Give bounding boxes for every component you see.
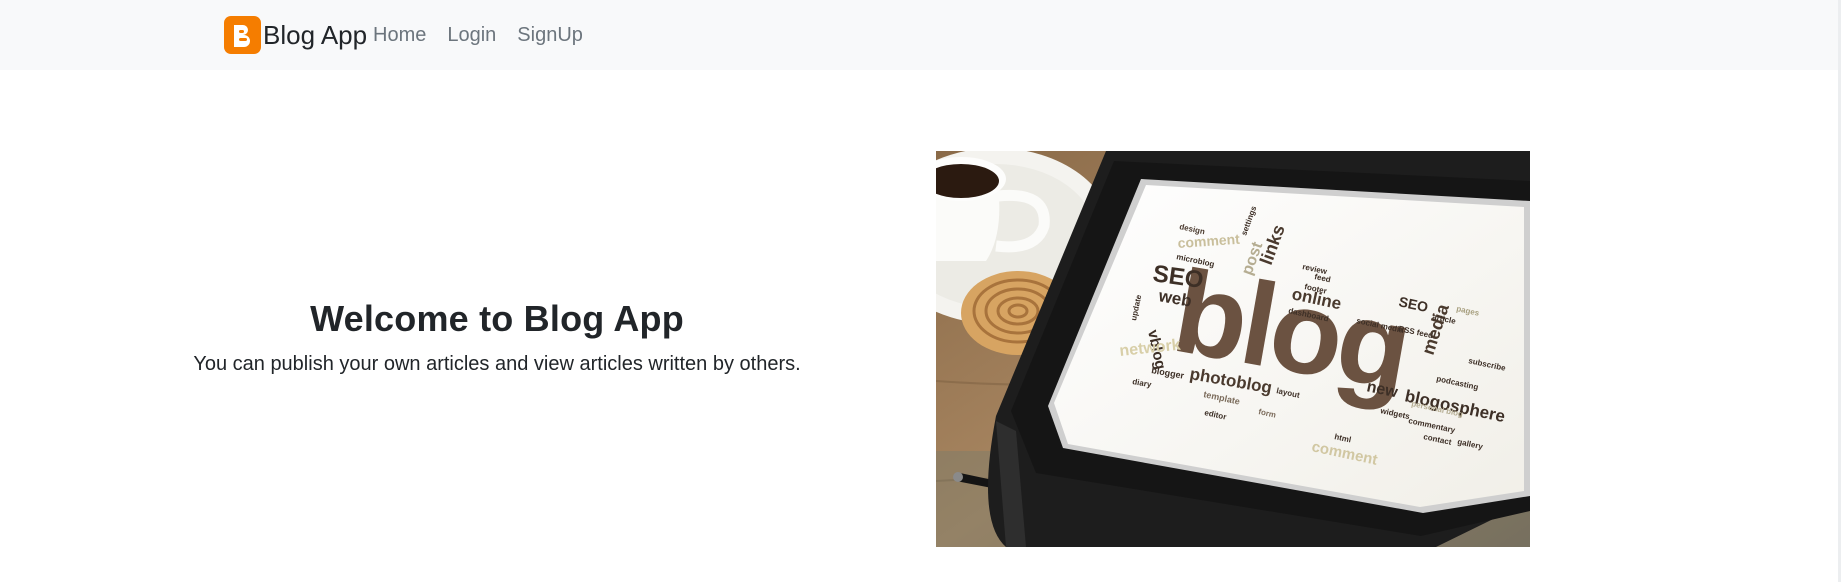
nav-home-link[interactable]: Home [373, 22, 426, 48]
hero-subtitle: You can publish your own articles and vi… [193, 353, 801, 375]
hero-title: Welcome to Blog App [310, 298, 684, 339]
nav-signup-link[interactable]: SignUp [517, 22, 583, 48]
nav-links: Home Login SignUp [373, 22, 583, 48]
hero-text: Welcome to Blog App You can publish your… [150, 296, 844, 377]
navbar: Blog App Home Login SignUp [0, 0, 1841, 70]
blogger-logo-icon [224, 16, 261, 54]
nav-login-link[interactable]: Login [447, 22, 496, 48]
brand-title: Blog App [263, 20, 368, 50]
hero-image: blog SEO web vblog network photoblog lin… [936, 151, 1530, 547]
brand-link[interactable]: Blog App [224, 16, 367, 54]
tablet-blog-photo: blog SEO web vblog network photoblog lin… [936, 151, 1530, 547]
